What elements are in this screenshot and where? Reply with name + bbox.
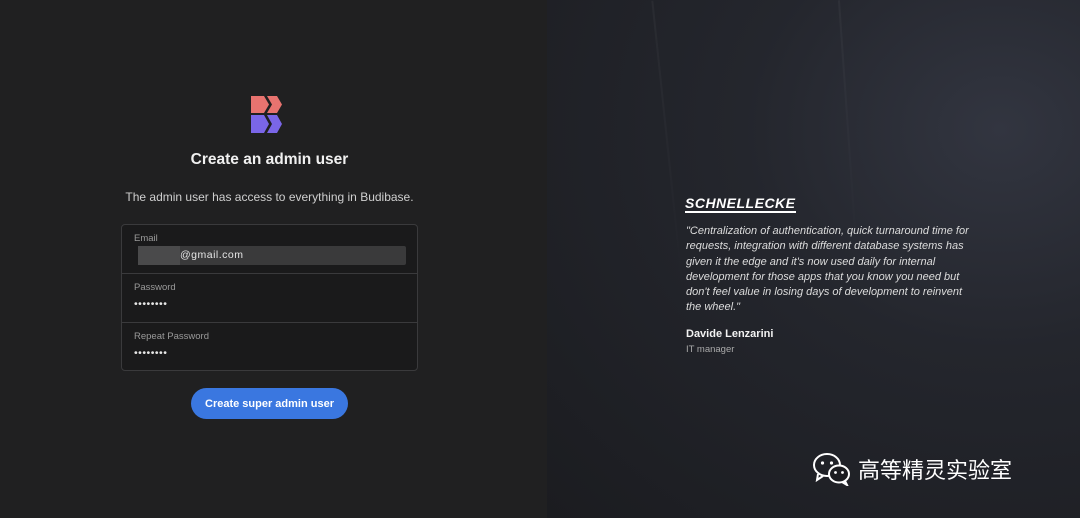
schnellecke-logo: SCHNELLECKE: [685, 195, 796, 213]
watermark: 高等精灵实验室: [812, 452, 1012, 486]
redacted-email-prefix: [138, 246, 180, 265]
testimonial-author: Davide Lenzarini: [686, 328, 774, 340]
page-subtitle: The admin user has access to everything …: [125, 190, 414, 204]
background-streak: [837, 0, 859, 260]
create-admin-button[interactable]: Create super admin user: [191, 388, 348, 419]
admin-user-form: Email @gmail.com Password •••••••• Repea…: [121, 224, 418, 371]
password-field-group: Password ••••••••: [122, 274, 417, 323]
testimonial-quote: "Centralization of authentication, quick…: [686, 225, 969, 314]
password-input[interactable]: ••••••••: [134, 298, 167, 310]
repeat-password-field-group: Repeat Password ••••••••: [122, 323, 417, 370]
budibase-logo-icon: [251, 96, 282, 133]
repeat-password-label: Repeat Password: [134, 331, 209, 342]
password-label: Password: [134, 282, 176, 293]
watermark-text: 高等精灵实验室: [858, 458, 1013, 483]
page-title: Create an admin user: [190, 151, 349, 168]
repeat-password-input[interactable]: ••••••••: [134, 347, 167, 359]
email-field-group: Email @gmail.com: [122, 225, 417, 274]
email-label: Email: [134, 233, 158, 244]
email-value: @gmail.com: [180, 249, 244, 261]
email-input[interactable]: @gmail.com: [138, 246, 406, 265]
background-streak: [651, 0, 685, 300]
auth-panel: Create an admin user The admin user has …: [0, 0, 547, 518]
wechat-icon: [813, 453, 850, 486]
testimonial-role: IT manager: [686, 344, 735, 355]
